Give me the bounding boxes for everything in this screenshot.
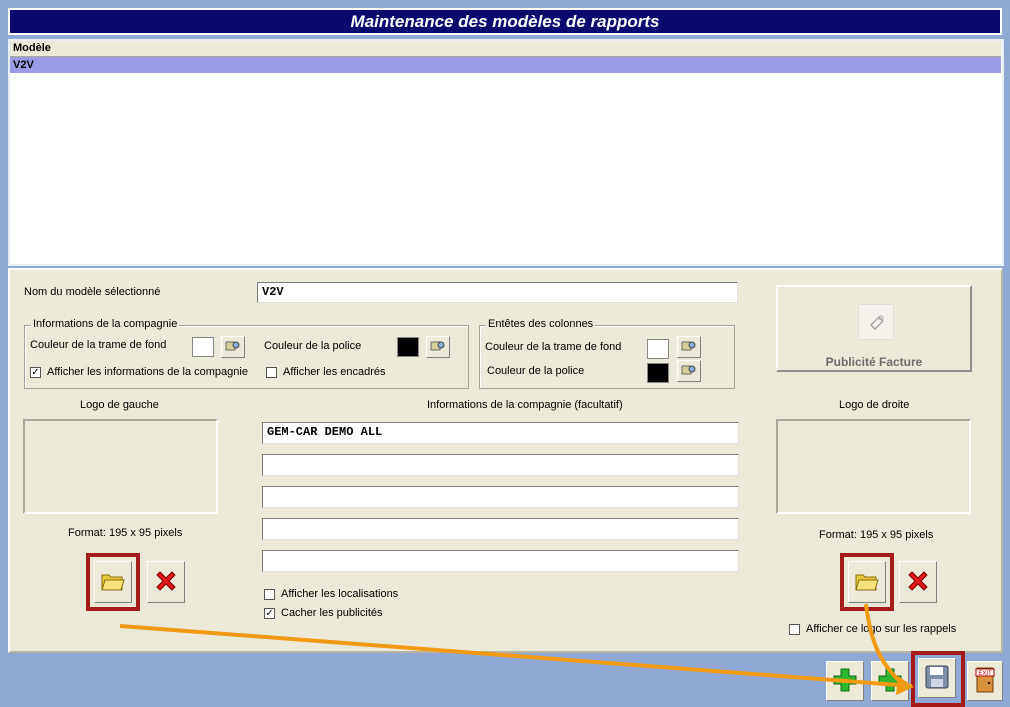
column-headers-group-title: Entêtes des colonnes xyxy=(486,318,596,330)
columns-font-color-swatch xyxy=(647,363,669,383)
model-name-label: Nom du modèle sélectionné xyxy=(24,286,161,298)
right-logo-open-highlight xyxy=(840,553,894,611)
company-bg-color-picker-button[interactable] xyxy=(221,336,245,358)
show-frames-label: Afficher les encadrés xyxy=(283,366,386,378)
save-button[interactable] xyxy=(918,658,956,698)
delete-x-icon xyxy=(905,568,931,597)
left-logo-title: Logo de gauche xyxy=(80,399,159,411)
company-font-color-swatch xyxy=(397,337,419,357)
duplicate-icon xyxy=(877,667,903,696)
company-bg-color-label: Couleur de la trame de fond xyxy=(30,339,167,351)
list-item-selected[interactable]: V2V xyxy=(10,57,1001,73)
show-locations-checkbox[interactable] xyxy=(264,589,275,600)
list-column-header-model[interactable]: Modèle xyxy=(10,41,1001,57)
duplicate-template-button[interactable] xyxy=(871,661,909,701)
show-frames-checkbox[interactable] xyxy=(266,367,277,378)
template-list[interactable] xyxy=(8,39,1004,266)
invoice-ad-button[interactable]: Publicité Facture xyxy=(776,285,972,372)
right-logo-title: Logo de droite xyxy=(839,399,910,411)
add-icon xyxy=(832,667,858,696)
left-logo-preview xyxy=(23,419,218,514)
show-locations-label: Afficher les localisations xyxy=(281,588,399,600)
ad-image-icon xyxy=(858,304,894,340)
hide-ads-label: Cacher les publicités xyxy=(281,607,383,619)
columns-bg-color-picker-button[interactable] xyxy=(677,336,701,358)
company-info-group: Informations de la compagnie xyxy=(24,318,469,389)
hide-ads-checkbox[interactable]: ✓ xyxy=(264,608,275,619)
company-info-lines-title: Informations de la compagnie (facultatif… xyxy=(427,399,623,411)
exit-button[interactable]: EXIT xyxy=(967,661,1003,701)
right-logo-delete-button[interactable] xyxy=(899,561,937,603)
delete-x-icon xyxy=(153,568,179,597)
invoice-ad-label: Publicité Facture xyxy=(825,355,923,369)
show-company-info-checkbox[interactable]: ✓ xyxy=(30,367,41,378)
left-logo-open-button[interactable] xyxy=(94,561,132,603)
left-logo-delete-button[interactable] xyxy=(147,561,185,603)
right-logo-format: Format: 195 x 95 pixels xyxy=(819,529,934,541)
color-picker-icon xyxy=(681,363,697,380)
color-picker-icon xyxy=(225,339,241,356)
company-info-line-3[interactable] xyxy=(262,486,739,508)
save-floppy-icon xyxy=(924,664,950,693)
columns-bg-color-swatch xyxy=(647,339,669,359)
show-company-info-label: Afficher les informations de la compagni… xyxy=(47,366,248,378)
columns-bg-color-label: Couleur de la trame de fond xyxy=(485,341,622,353)
folder-open-icon xyxy=(100,570,126,595)
show-logo-reminders-label: Afficher ce logo sur les rappels xyxy=(806,623,957,635)
add-template-button[interactable] xyxy=(826,661,864,701)
window-title: Maintenance des modèles de rapports xyxy=(350,12,660,31)
company-info-group-title: Informations de la compagnie xyxy=(31,318,180,330)
exit-door-icon: EXIT xyxy=(972,666,998,697)
window-title-bar: Maintenance des modèles de rapports xyxy=(8,8,1002,35)
left-logo-format: Format: 195 x 95 pixels xyxy=(68,527,183,539)
company-bg-color-swatch xyxy=(192,337,214,357)
show-logo-reminders-checkbox[interactable] xyxy=(789,624,800,635)
exit-sign-text: EXIT xyxy=(978,671,992,677)
columns-font-color-picker-button[interactable] xyxy=(677,360,701,382)
company-info-line-5[interactable] xyxy=(262,550,739,572)
color-picker-icon xyxy=(681,339,697,356)
columns-font-color-label: Couleur de la police xyxy=(487,365,585,377)
color-picker-icon xyxy=(430,339,446,356)
company-font-color-label: Couleur de la police xyxy=(264,340,362,352)
right-logo-preview xyxy=(776,419,971,514)
model-name-input[interactable]: V2V xyxy=(257,282,738,303)
company-info-line-2[interactable] xyxy=(262,454,739,476)
company-info-line-1[interactable]: GEM-CAR DEMO ALL xyxy=(262,422,739,444)
company-font-color-picker-button[interactable] xyxy=(426,336,450,358)
company-info-line-4[interactable] xyxy=(262,518,739,540)
